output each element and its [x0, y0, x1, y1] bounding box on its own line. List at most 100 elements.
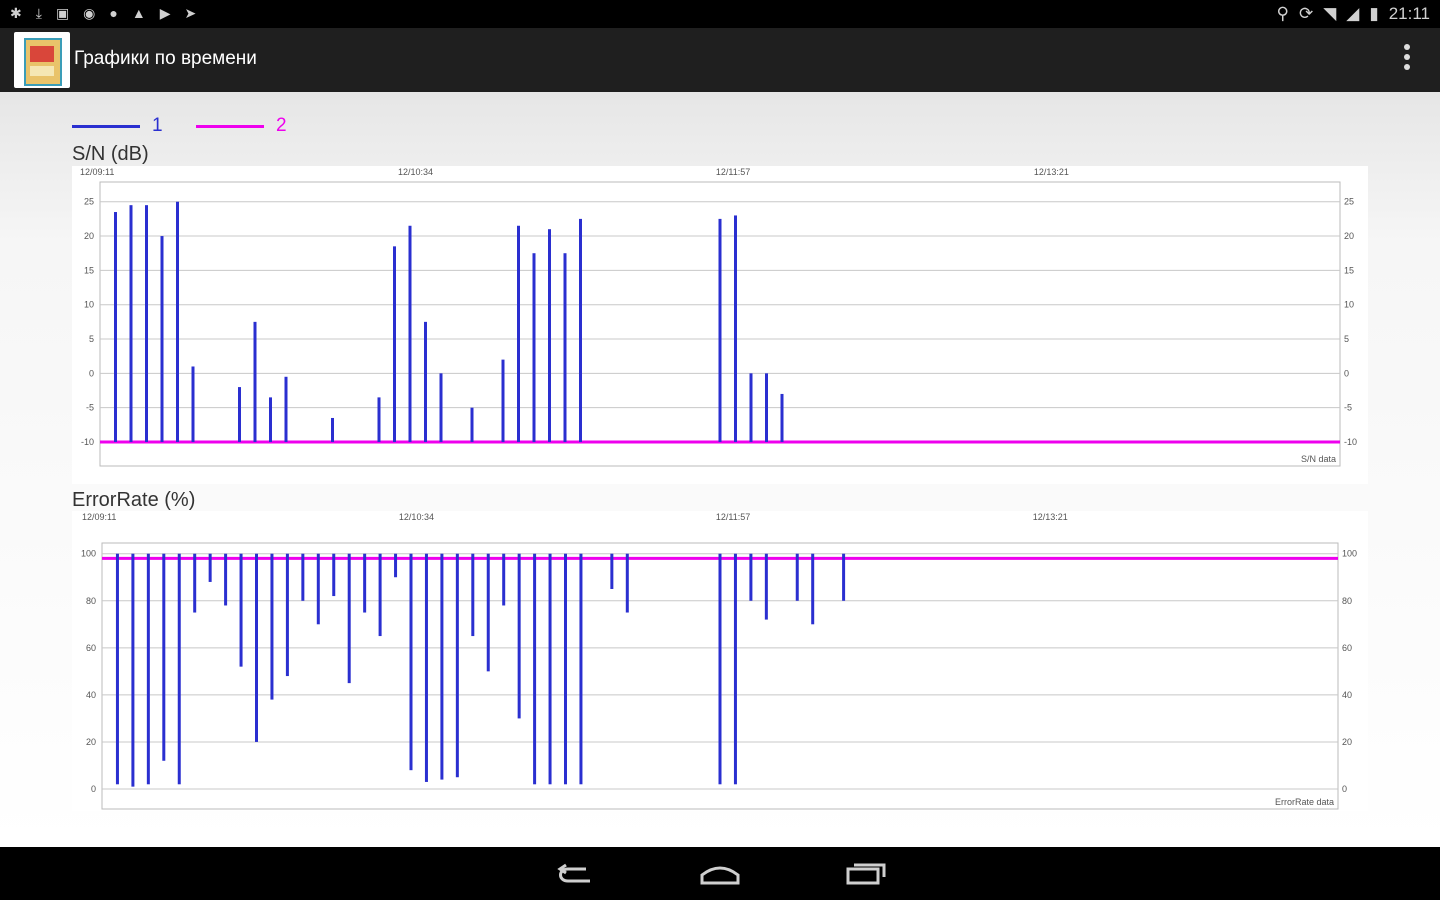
- errorrate-bar: [316, 553, 320, 625]
- errorrate-ytick-left: 60: [86, 643, 96, 653]
- errorrate-ytick-right: 20: [1342, 737, 1352, 747]
- errorrate-bar: [378, 553, 382, 637]
- errorrate-bar: [440, 553, 444, 780]
- errorrate-ytick-left: 0: [91, 784, 96, 794]
- errorrate-bar: [486, 553, 490, 672]
- sn-chart-title: S/N (dB): [72, 143, 149, 165]
- errorrate-ytick-right: 100: [1342, 549, 1357, 559]
- errorrate-chart: 12/09:11 12/10:34 12/11:57 12/13:21 100 100 80…: [81, 512, 1357, 810]
- sn-ytick-left: -10: [81, 437, 94, 447]
- sn-bar: [517, 225, 520, 442]
- errorrate-bar: [146, 553, 150, 785]
- recent-apps-icon[interactable]: [844, 861, 888, 887]
- errorrate-bar: [842, 553, 846, 601]
- status-bar: ✱ ⤓ ▣ ◉ ● ▲ ▶ ➤ ⚲ ⟳ ◥ ◢ ▮ 21:11: [0, 0, 1440, 28]
- errorrate-bar: [285, 553, 289, 677]
- tools-icon: ✱: [10, 5, 22, 21]
- errorrate-bar: [115, 553, 119, 785]
- sn-ytick-left: -5: [86, 403, 94, 413]
- legend-label-1: 1: [152, 115, 163, 136]
- errorrate-bar: [208, 553, 212, 582]
- sn-bar: [393, 246, 396, 442]
- sn-bar: [501, 359, 505, 442]
- play-icon: ▶: [159, 5, 171, 21]
- errorrate-bar: [193, 553, 197, 613]
- home-icon[interactable]: [698, 861, 742, 887]
- sn-bar: [114, 212, 117, 442]
- errorrate-ytick-right: 80: [1342, 596, 1352, 606]
- errorrate-time-label: 12/09:11: [82, 512, 116, 522]
- errorrate-bar: [811, 553, 815, 625]
- errorrate-bar: [409, 553, 413, 771]
- app-logo-icon[interactable]: [14, 32, 70, 88]
- errorrate-bar: [502, 553, 506, 606]
- sn-ytick-left: 15: [84, 265, 94, 275]
- errorrate-bar: [239, 553, 243, 667]
- sn-bar: [734, 215, 737, 442]
- sn-ytick-right: 0: [1344, 368, 1349, 378]
- system-icons: ⚲ ⟳ ◥ ◢ ▮ 21:11: [1277, 4, 1431, 24]
- overflow-menu-icon[interactable]: [1404, 44, 1410, 74]
- errorrate-bar: [363, 553, 367, 613]
- sn-ytick-left: 25: [84, 197, 94, 207]
- sn-bar: [765, 373, 768, 442]
- sn-ytick-left: 0: [89, 368, 94, 378]
- errorrate-ytick-right: 40: [1342, 690, 1352, 700]
- errorrate-bar: [749, 553, 753, 601]
- sn-ytick-left: 20: [84, 231, 94, 241]
- sn-bar: [563, 253, 567, 442]
- sn-bar: [424, 321, 427, 442]
- sn-bar: [145, 205, 148, 442]
- errorrate-time-label: 12/13:21: [1033, 512, 1068, 522]
- errorrate-bar: [733, 553, 737, 785]
- battery-icon: ▮: [1369, 4, 1379, 23]
- errorrate-bar: [579, 553, 583, 785]
- legend-item-1: 1: [72, 115, 163, 136]
- sn-bar: [470, 407, 474, 442]
- errorrate-bar: [424, 553, 428, 782]
- dot-icon: ●: [109, 5, 118, 21]
- sn-ytick-right: -10: [1344, 437, 1357, 447]
- errorrate-bar: [301, 553, 305, 601]
- errorrate-chart-title: ErrorRate (%): [72, 489, 196, 511]
- sn-bar: [129, 205, 133, 442]
- sn-bar: [331, 417, 334, 442]
- status-time: 21:11: [1388, 4, 1430, 23]
- navigation-bar: [0, 847, 1440, 900]
- sn-ytick-right: -5: [1344, 403, 1352, 413]
- errorrate-time-label: 12/11:57: [716, 512, 750, 522]
- errorrate-time-label: 12/10:34: [399, 512, 434, 522]
- sn-bar: [191, 366, 195, 442]
- sn-ytick-right: 5: [1344, 334, 1349, 344]
- sn-chart: 12/09:11 12/10:34 12/11:57 12/13:21 25 25 20 20…: [80, 167, 1357, 467]
- errorrate-bar: [332, 553, 336, 597]
- sn-bar: [749, 373, 753, 442]
- errorrate-ytick-right: 0: [1342, 784, 1347, 794]
- errorrate-bar: [625, 553, 629, 613]
- errorrate-ytick-left: 20: [86, 737, 96, 747]
- errorrate-ytick-left: 40: [86, 690, 96, 700]
- notification-icons: ✱ ⤓ ▣ ◉ ● ▲ ▶ ➤: [10, 5, 196, 22]
- errorrate-bar: [718, 553, 722, 785]
- errorrate-footer-label: ErrorRate data: [1275, 797, 1334, 807]
- errorrate-bar: [394, 553, 398, 578]
- legend-swatch-1: [72, 124, 140, 128]
- rotate-icon: ⟳: [1298, 4, 1314, 23]
- location-icon: ⚲: [1276, 4, 1289, 23]
- download-icon: ⤓: [35, 5, 42, 21]
- sn-ytick-right: 10: [1344, 300, 1354, 310]
- errorrate-bar: [347, 553, 351, 684]
- sn-time-label: 12/13:21: [1034, 167, 1069, 177]
- wifi-icon: ◥: [1323, 4, 1337, 23]
- sn-ytick-left: 10: [84, 300, 94, 310]
- sn-ytick-right: 15: [1344, 265, 1354, 275]
- errorrate-bar: [517, 553, 521, 719]
- errorrate-bar: [795, 553, 799, 601]
- errorrate-bar: [177, 553, 181, 785]
- back-icon[interactable]: [556, 861, 596, 887]
- errorrate-bar: [270, 553, 274, 700]
- sn-bar: [176, 201, 179, 442]
- errorrate-ytick-left: 80: [86, 596, 96, 606]
- sn-bar: [579, 218, 582, 442]
- sn-bar: [253, 321, 257, 442]
